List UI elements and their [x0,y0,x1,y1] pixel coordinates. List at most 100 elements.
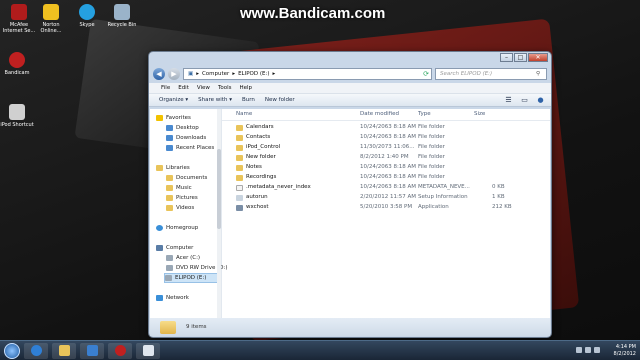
dvd-drive-icon [166,265,173,271]
folder-icon [236,155,243,161]
drive-icon [166,255,173,261]
help-icon[interactable]: ● [536,96,545,104]
tray-icon[interactable] [585,347,591,353]
desktop-icon-mcafee[interactable]: McAfee Internet Se... [2,4,36,34]
desktop-icon-shortcut[interactable]: iPod Shortcut [0,104,34,128]
minimize-button[interactable]: – [500,53,513,62]
bandicam-watermark: www.Bandicam.com [240,5,386,22]
tray-icon[interactable] [576,347,582,353]
desktop-icon-skype[interactable]: Skype [70,4,104,28]
folder-icon [236,125,243,131]
file-row[interactable]: wxchost 5/20/2010 3:58 PM Application 21… [222,203,550,213]
maximize-button[interactable]: □ [514,53,527,62]
file-row[interactable]: iPod_Control 11/30/2073 11:06... File fo… [222,143,550,153]
search-input[interactable]: Search ELIPOD (E:) ⚲ [435,68,547,80]
view-options-icon[interactable]: ☰ [504,96,513,104]
mcafee-icon [11,4,27,20]
file-row[interactable]: Notes 10/24/2063 8:18 AM File folder [222,163,550,173]
application-icon [236,205,243,211]
content-area: Favorites Desktop Downloads Recent Place… [150,109,550,319]
recycle-bin-icon [114,4,130,20]
computer-icon [156,245,163,251]
nav-scroll-thumb[interactable] [217,149,221,229]
file-row[interactable]: Recordings 10/24/2063 8:18 AM File folde… [222,173,550,183]
bandicam-icon [114,345,126,356]
setup-file-icon [236,195,243,201]
tray-icon[interactable] [594,347,600,353]
menu-edit[interactable]: Edit [178,83,189,93]
file-row[interactable]: Contacts 10/24/2063 8:18 AM File folder [222,133,550,143]
folder-icon [58,345,70,356]
nav-downloads[interactable]: Downloads [166,133,206,143]
taskbar-app[interactable] [136,342,160,359]
breadcrumb-drive[interactable]: ELIPOD (E:) [238,69,269,79]
recent-places-icon [166,145,173,151]
back-button[interactable]: ◀ [153,68,165,80]
folder-icon [236,135,243,141]
menu-view[interactable]: View [197,83,210,93]
forward-button[interactable]: ▶ [168,68,180,80]
nav-documents[interactable]: Documents [166,173,207,183]
navigation-row: ◀ ▶ ▣ ▸ Computer ▸ ELIPOD (E:) ▸ ⟳ Searc… [149,65,551,83]
taskbar-explorer[interactable] [52,342,76,359]
file-icon [236,185,243,191]
column-date-modified[interactable]: Date modified [360,111,399,117]
desktop-icon-norton[interactable]: Norton Online... [34,4,68,34]
clock[interactable]: 4:14 PM 8/2/2012 [614,344,636,358]
app-icon [142,345,154,356]
network-icon [156,295,163,301]
refresh-icon[interactable]: ⟳ [421,69,431,79]
nav-videos[interactable]: Videos [166,203,194,213]
search-icon: ⚲ [536,71,541,77]
desktop-icon-bandicam[interactable]: Bandicam [0,52,34,76]
column-size[interactable]: Size [474,111,485,117]
nav-music[interactable]: Music [166,183,192,193]
organize-button[interactable]: Organize ▾ [159,94,188,106]
nav-homegroup[interactable]: Homegroup [156,223,198,233]
folder-icon [236,175,243,181]
new-folder-button[interactable]: New folder [265,94,295,106]
file-row[interactable]: Calendars 10/24/2063 8:18 AM File folder [222,123,550,133]
nav-favorites[interactable]: Favorites [156,113,191,123]
file-row[interactable]: autorun 2/20/2012 11:57 AM Setup Informa… [222,193,550,203]
system-tray [576,347,600,353]
column-name[interactable]: Name [236,111,252,117]
nav-drive-e[interactable]: ELIPOD (E:) [164,273,218,283]
details-pane: 9 items [150,318,550,336]
bandicam-icon [9,52,25,68]
taskbar-internet-explorer[interactable] [24,342,48,359]
nav-pictures[interactable]: Pictures [166,193,198,203]
file-list: Name Date modified Type Size Calendars 1… [222,109,550,319]
menu-tools[interactable]: Tools [218,83,232,93]
breadcrumb-computer[interactable]: Computer [202,69,229,79]
nav-computer[interactable]: Computer [156,243,193,253]
menu-file[interactable]: File [161,83,170,93]
nav-drive-c[interactable]: Acer (C:) [166,253,200,263]
desktop-icon [166,125,173,131]
close-button[interactable]: ✕ [528,53,548,62]
computer-icon: ▣ [188,71,194,77]
burn-button[interactable]: Burn [242,94,255,106]
start-button[interactable] [4,342,20,359]
column-type[interactable]: Type [418,111,431,117]
preview-pane-icon[interactable]: ▭ [520,96,529,104]
nav-network[interactable]: Network [156,293,189,303]
nav-recent-places[interactable]: Recent Places [166,143,214,153]
nav-desktop[interactable]: Desktop [166,123,199,133]
nav-libraries[interactable]: Libraries [156,163,190,173]
taskbar-bandicam[interactable] [108,342,132,359]
share-with-button[interactable]: Share with ▾ [198,94,232,106]
address-bar[interactable]: ▣ ▸ Computer ▸ ELIPOD (E:) ▸ ⟳ [183,68,432,80]
nav-scrollbar[interactable] [217,109,221,319]
title-bar[interactable]: – □ ✕ [149,52,551,65]
file-row[interactable]: New folder 8/2/2012 1:40 PM File folder [222,153,550,163]
explorer-window: – □ ✕ ◀ ▶ ▣ ▸ Computer ▸ ELIPOD (E:) ▸ ⟳… [148,51,552,338]
menu-help[interactable]: Help [240,83,253,93]
libraries-icon [156,165,163,171]
desktop-icon-recycle-bin[interactable]: Recycle Bin [105,4,139,28]
file-row[interactable]: .metadata_never_index 10/24/2063 8:18 AM… [222,183,550,193]
command-bar: Organize ▾ Share with ▾ Burn New folder … [149,94,551,107]
taskbar-media-player[interactable] [80,342,104,359]
videos-icon [166,205,173,211]
menu-bar: File Edit View Tools Help [149,83,551,94]
